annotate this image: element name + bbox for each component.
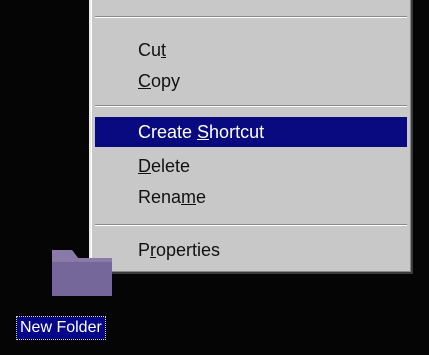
menu-item-rename[interactable]: Rename [95,182,407,212]
menu-item-delete[interactable]: Delete [95,151,407,181]
folder-icon-graphic [52,250,112,296]
menu-item-copy[interactable]: Copy [95,66,407,96]
folder-icon[interactable] [48,240,116,300]
menu-separator [95,224,407,226]
context-menu: Cut Copy Create Shortcut Delete Rename P… [89,0,413,274]
menu-item-cut[interactable]: Cut [95,35,407,65]
menu-separator [95,105,407,107]
menu-separator [95,16,407,18]
folder-label[interactable]: New Folder [16,316,106,340]
menu-item-create-shortcut[interactable]: Create Shortcut [95,117,407,147]
menu-item-properties[interactable]: Properties [95,235,407,265]
